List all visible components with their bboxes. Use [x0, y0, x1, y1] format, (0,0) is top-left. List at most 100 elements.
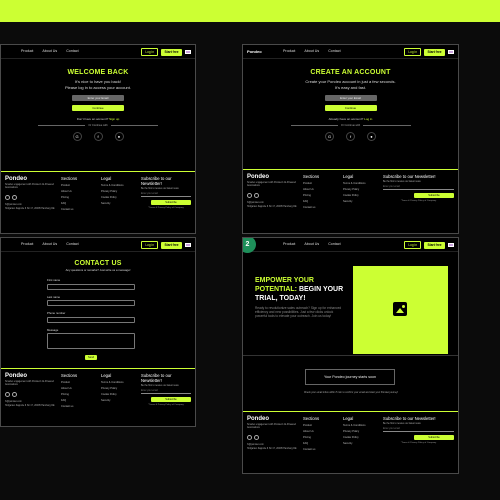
footer-link-contact[interactable]: Contact us	[303, 448, 337, 451]
signup-link[interactable]: Sign up	[109, 117, 119, 121]
continue-button[interactable]: Continue	[324, 105, 377, 111]
linkedin-icon[interactable]	[12, 392, 17, 397]
subscribe-button[interactable]: Subscribe	[414, 193, 454, 198]
instagram-icon[interactable]	[5, 195, 10, 200]
footer-link-about[interactable]: About Us	[303, 430, 337, 433]
footer-link-cookie[interactable]: Cookie Policy	[101, 393, 135, 396]
footer-link-security[interactable]: Security	[101, 399, 135, 402]
footer-link-pricing[interactable]: Pricing	[303, 436, 337, 439]
apple-icon[interactable]: ●	[367, 132, 376, 141]
footer-email[interactable]: hi@pondeo.com	[5, 401, 55, 403]
language-flag-icon[interactable]	[185, 243, 191, 248]
send-button[interactable]: Send	[85, 355, 97, 360]
footer-link-security[interactable]: Security	[101, 202, 135, 205]
footer-link-privacy[interactable]: Privacy Policy	[343, 430, 377, 433]
newsletter-email-input[interactable]: Enter your email	[383, 428, 454, 432]
footer-link-terms[interactable]: Terms & Conditions	[343, 182, 377, 185]
newsletter-email-input[interactable]: Enter your email	[141, 193, 191, 197]
footer-link-cookie[interactable]: Cookie Policy	[343, 436, 377, 439]
footer-link-product[interactable]: Product	[303, 182, 337, 185]
newsletter-email-input[interactable]: Enter your email	[141, 390, 191, 394]
footer-link-faq[interactable]: FAQ	[61, 399, 95, 402]
subscribe-button[interactable]: Subscribe	[151, 397, 191, 402]
nav-link-contact[interactable]: Contact	[66, 49, 78, 53]
subscribe-button[interactable]: Subscribe	[414, 435, 454, 440]
language-flag-icon[interactable]	[448, 50, 454, 55]
footer-link-about[interactable]: About Us	[303, 188, 337, 191]
login-button[interactable]: Log in	[404, 48, 421, 57]
nav-link-about[interactable]: About Us	[42, 242, 57, 246]
nav-link-product[interactable]: Product	[21, 49, 33, 53]
nav-link-about[interactable]: About Us	[42, 49, 57, 53]
last-name-field[interactable]	[47, 300, 135, 306]
facebook-icon[interactable]: f	[346, 132, 355, 141]
footer-link-security[interactable]: Security	[343, 442, 377, 445]
nav-brand[interactable]: Pondeo	[247, 49, 262, 54]
subscribe-button[interactable]: Subscribe	[151, 200, 191, 205]
nav-link-contact[interactable]: Contact	[328, 49, 340, 53]
nav-link-product[interactable]: Product	[283, 242, 295, 246]
start-free-button[interactable]: Start free	[424, 48, 445, 56]
footer-link-faq[interactable]: FAQ	[303, 442, 337, 445]
start-free-button[interactable]: Start free	[161, 241, 182, 249]
footer-link-terms[interactable]: Terms & Conditions	[101, 184, 135, 187]
login-link[interactable]: Log in	[364, 117, 372, 121]
footer-link-product[interactable]: Product	[61, 381, 95, 384]
apple-icon[interactable]: ●	[114, 132, 124, 141]
footer-link-product[interactable]: Product	[61, 184, 95, 187]
footer-brand: Pondeo	[5, 176, 27, 182]
nav-link-about[interactable]: About Us	[304, 49, 319, 53]
footer-link-pricing[interactable]: Pricing	[61, 393, 95, 396]
login-button[interactable]: Log in	[141, 48, 158, 57]
footer-link-terms[interactable]: Terms & Conditions	[343, 424, 377, 427]
footer-link-about[interactable]: About Us	[61, 190, 95, 193]
instagram-icon[interactable]	[5, 392, 10, 397]
facebook-icon[interactable]: f	[93, 132, 103, 141]
footer-link-product[interactable]: Product	[303, 424, 337, 427]
message-field[interactable]	[47, 333, 135, 349]
linkedin-icon[interactable]	[254, 193, 259, 198]
newsletter-email-input[interactable]: Enter your email	[383, 186, 454, 190]
footer-link-pricing[interactable]: Pricing	[61, 196, 95, 199]
start-free-button[interactable]: Start free	[424, 241, 445, 249]
google-icon[interactable]: G	[325, 132, 334, 141]
nav-link-product[interactable]: Product	[283, 49, 295, 53]
login-button[interactable]: Log in	[141, 241, 158, 250]
footer-link-faq[interactable]: FAQ	[303, 200, 337, 203]
footer-link-privacy[interactable]: Privacy Policy	[101, 190, 135, 193]
footer-link-cookie[interactable]: Cookie Policy	[343, 194, 377, 197]
footer-link-cookie[interactable]: Cookie Policy	[101, 196, 135, 199]
phone-field[interactable]	[47, 316, 135, 323]
footer-link-pricing[interactable]: Pricing	[303, 194, 337, 197]
footer-link-terms[interactable]: Terms & Conditions	[101, 381, 135, 384]
nav-link-contact[interactable]: Contact	[328, 242, 340, 246]
footer-email[interactable]: hi@pondeo.com	[247, 202, 297, 204]
footer-link-contact[interactable]: Contact us	[61, 208, 95, 211]
footer-link-privacy[interactable]: Privacy Policy	[343, 188, 377, 191]
footer-link-about[interactable]: About Us	[61, 387, 95, 390]
linkedin-icon[interactable]	[12, 195, 17, 200]
nav-link-about[interactable]: About Us	[304, 242, 319, 246]
footer-link-contact[interactable]: Contact us	[61, 405, 95, 408]
footer-link-privacy[interactable]: Privacy Policy	[101, 387, 135, 390]
instagram-icon[interactable]	[247, 193, 252, 198]
language-flag-icon[interactable]	[448, 243, 454, 248]
first-name-field[interactable]	[47, 283, 135, 290]
start-free-button[interactable]: Start free	[161, 48, 182, 56]
email-field[interactable]: Enter your Email	[324, 95, 377, 101]
footer-link-contact[interactable]: Contact us	[303, 206, 337, 209]
linkedin-icon[interactable]	[254, 435, 259, 440]
nav-link-product[interactable]: Product	[21, 242, 33, 246]
google-icon[interactable]: G	[72, 132, 82, 141]
footer-link-security[interactable]: Security	[343, 200, 377, 203]
login-button[interactable]: Log in	[404, 241, 421, 250]
footer-email[interactable]: hi@pondeo.com	[5, 204, 55, 206]
nav-link-contact[interactable]: Contact	[66, 242, 78, 246]
instagram-icon[interactable]	[247, 435, 252, 440]
footer-link-faq[interactable]: FAQ	[61, 202, 95, 205]
continue-button[interactable]: Continue	[72, 105, 124, 111]
footer-email[interactable]: hi@pondeo.com	[247, 444, 297, 446]
email-field[interactable]: Enter your Email	[72, 95, 124, 101]
language-flag-icon[interactable]	[185, 50, 191, 55]
footer-social-icons	[5, 195, 55, 200]
